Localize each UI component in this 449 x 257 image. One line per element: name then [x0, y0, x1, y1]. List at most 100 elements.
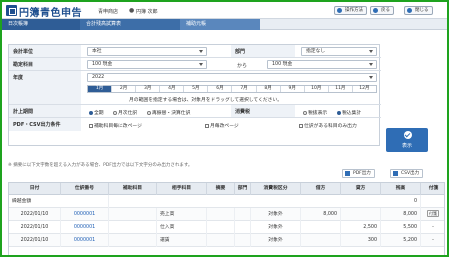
year-label: 年度 — [9, 71, 81, 104]
show-button[interactable]: 表示 — [386, 128, 428, 152]
chevron-down-icon — [369, 63, 373, 66]
month-9[interactable]: 9月 — [280, 86, 305, 92]
checkbox-only-with-entries[interactable]: 仕訳がある科目のみ出力 — [299, 122, 357, 129]
month-6[interactable]: 6月 — [208, 86, 233, 92]
unit-select[interactable]: 本社 — [87, 47, 207, 56]
account-to-select[interactable]: 100 現金 — [267, 60, 377, 69]
month-4[interactable]: 4月 — [160, 86, 185, 92]
month-3[interactable]: 3月 — [136, 86, 161, 92]
dept-cell — [235, 221, 251, 234]
section-label: 部門 — [231, 45, 295, 57]
col-dept: 部門 — [235, 183, 251, 195]
credit-cell: 2,500 — [341, 221, 381, 234]
balance-cell: 5,200 — [381, 234, 421, 247]
table-row[interactable]: 2022/01/10 0000001 売上高 対象外 8,000 8,000 付… — [9, 208, 444, 221]
tax-cell: 対象外 — [251, 221, 301, 234]
debit-cell: 8,000 — [301, 208, 341, 221]
dept-cell — [235, 234, 251, 247]
sub-account-cell — [109, 234, 157, 247]
memo-cell — [207, 234, 235, 247]
section-select[interactable]: 指定なし — [301, 47, 377, 56]
ledger-table: 日付 仕訳番号 補助科目 相手科目 摘要 部門 消費税区分 借方 貸方 残高 付… — [8, 182, 445, 255]
breadcrumb: 日次帳簿 合計残高試算表 補助元帳 — [2, 19, 447, 30]
period-radio-monthly[interactable]: 月次仕訳 — [113, 109, 137, 116]
entry-no-link[interactable]: 0000001 — [61, 234, 109, 247]
credit-cell: 300 — [341, 234, 381, 247]
csv-export-button[interactable]: CSV出力 — [390, 169, 424, 178]
output-label: PDF・CSV出力条件 — [9, 118, 81, 131]
user-name: 円簿 次郎 — [136, 9, 158, 15]
chevron-down-icon — [369, 50, 373, 53]
month-2[interactable]: 2月 — [112, 86, 137, 92]
radio-icon — [303, 110, 307, 115]
help-icon — [337, 8, 342, 13]
tax-cell: 対象外 — [251, 234, 301, 247]
month-5[interactable]: 5月 — [184, 86, 209, 92]
breadcrumb-item-trial-balance[interactable]: 合計残高試算表 — [80, 19, 180, 30]
filter-panel: 会計単位 本社 部門 指定なし 勘定科目 100 現金 から 100 現金 年度… — [8, 44, 381, 146]
credit-cell — [341, 208, 381, 221]
sub-account-cell — [109, 221, 157, 234]
period-radio-all[interactable]: 全期 — [89, 109, 104, 116]
dept-cell — [235, 208, 251, 221]
breadcrumb-item-subledger: 補助元帳 — [180, 19, 260, 30]
sticky-note-badge[interactable]: 付箋 — [427, 210, 439, 217]
year-select[interactable]: 2022 — [87, 73, 377, 82]
radio-selected-icon — [337, 110, 341, 115]
tax-radio-excluded[interactable]: 税抜表示 — [303, 109, 327, 116]
app-title: 円簿青色申告 — [19, 8, 82, 19]
debit-cell — [301, 234, 341, 247]
col-sub-account: 補助科目 — [109, 183, 157, 195]
month-7[interactable]: 7月 — [232, 86, 257, 92]
range-separator: から — [237, 63, 248, 69]
month-11[interactable]: 11月 — [328, 86, 353, 92]
date-cell: 2022/01/10 — [9, 234, 61, 247]
filter-row-period: 計上期間 全期 月次仕訳 再振替・決算仕訳 消費税 税抜表示 税込集計 — [9, 105, 381, 118]
checkbox-icon — [205, 123, 209, 128]
chevron-down-icon — [199, 63, 203, 66]
close-button[interactable]: 閉じる — [404, 6, 433, 15]
period-radio-closing[interactable]: 再振替・決算仕訳 — [147, 109, 190, 116]
col-partner: 相手科目 — [157, 183, 207, 195]
tax-radio-included[interactable]: 税込集計 — [337, 109, 361, 116]
memo-cell — [207, 221, 235, 234]
filter-row-output: PDF・CSV出力条件 補助科目毎に改ページ 月毎改ページ 仕訳がある科目のみ出… — [9, 118, 381, 131]
table-row[interactable]: 2022/01/10 0000001 運賃 対象外 300 5,200 - — [9, 234, 444, 247]
filter-row-year: 年度 2022 1月 2月 3月 4月 5月 6月 7月 8月 9月 10月 1… — [9, 71, 381, 105]
memo-cell — [207, 208, 235, 221]
csv-icon — [393, 171, 398, 176]
date-cell: 2022/01/10 — [9, 208, 61, 221]
tag-cell[interactable]: 付箋 — [421, 208, 444, 221]
col-tax: 消費税区分 — [251, 183, 301, 195]
partner-cell: 仕入高 — [157, 221, 207, 234]
chevron-down-icon — [199, 50, 203, 53]
entry-no-link[interactable]: 0000001 — [61, 221, 109, 234]
checkbox-page-per-sub[interactable]: 補助科目毎に改ページ — [89, 122, 142, 129]
pdf-export-button[interactable]: PDF出力 — [342, 169, 375, 178]
tax-label: 消費税 — [231, 105, 295, 117]
entry-no-link[interactable]: 0000001 — [61, 208, 109, 221]
back-button[interactable]: 戻る — [370, 6, 394, 15]
account-from-select[interactable]: 100 現金 — [87, 60, 207, 69]
app-frame: 円簿青色申告 青申商店 ● 円簿 次郎 操作方法 戻る 閉じる 日次帳簿 合計残… — [0, 0, 449, 257]
month-8[interactable]: 8月 — [256, 86, 281, 92]
back-icon — [373, 8, 378, 13]
unit-label: 会計単位 — [9, 45, 81, 57]
checkbox-page-per-month[interactable]: 月毎改ページ — [205, 122, 239, 129]
col-entry-no: 仕訳番号 — [61, 183, 109, 195]
month-hint: 月の範囲を指定する場合は、対象月をドラッグして選択してください。 — [129, 98, 283, 103]
table-row[interactable]: 2022/01/10 0000001 仕入高 対象外 2,500 5,500 - — [9, 221, 444, 234]
app-logo-icon — [6, 5, 17, 16]
period-label: 計上期間 — [9, 105, 81, 117]
month-12[interactable]: 12月 — [352, 86, 376, 92]
partner-cell: 売上高 — [157, 208, 207, 221]
month-1[interactable]: 1月 — [88, 86, 113, 92]
tag-cell: - — [421, 234, 444, 247]
month-10[interactable]: 10月 — [304, 86, 329, 92]
breadcrumb-item-daily[interactable]: 日次帳簿 — [2, 19, 80, 30]
col-date: 日付 — [9, 183, 61, 195]
date-cell: 2022/01/10 — [9, 221, 61, 234]
help-button[interactable]: 操作方法 — [334, 6, 367, 15]
close-icon — [407, 8, 412, 13]
month-selector: 1月 2月 3月 4月 5月 6月 7月 8月 9月 10月 11月 12月 — [87, 85, 377, 93]
